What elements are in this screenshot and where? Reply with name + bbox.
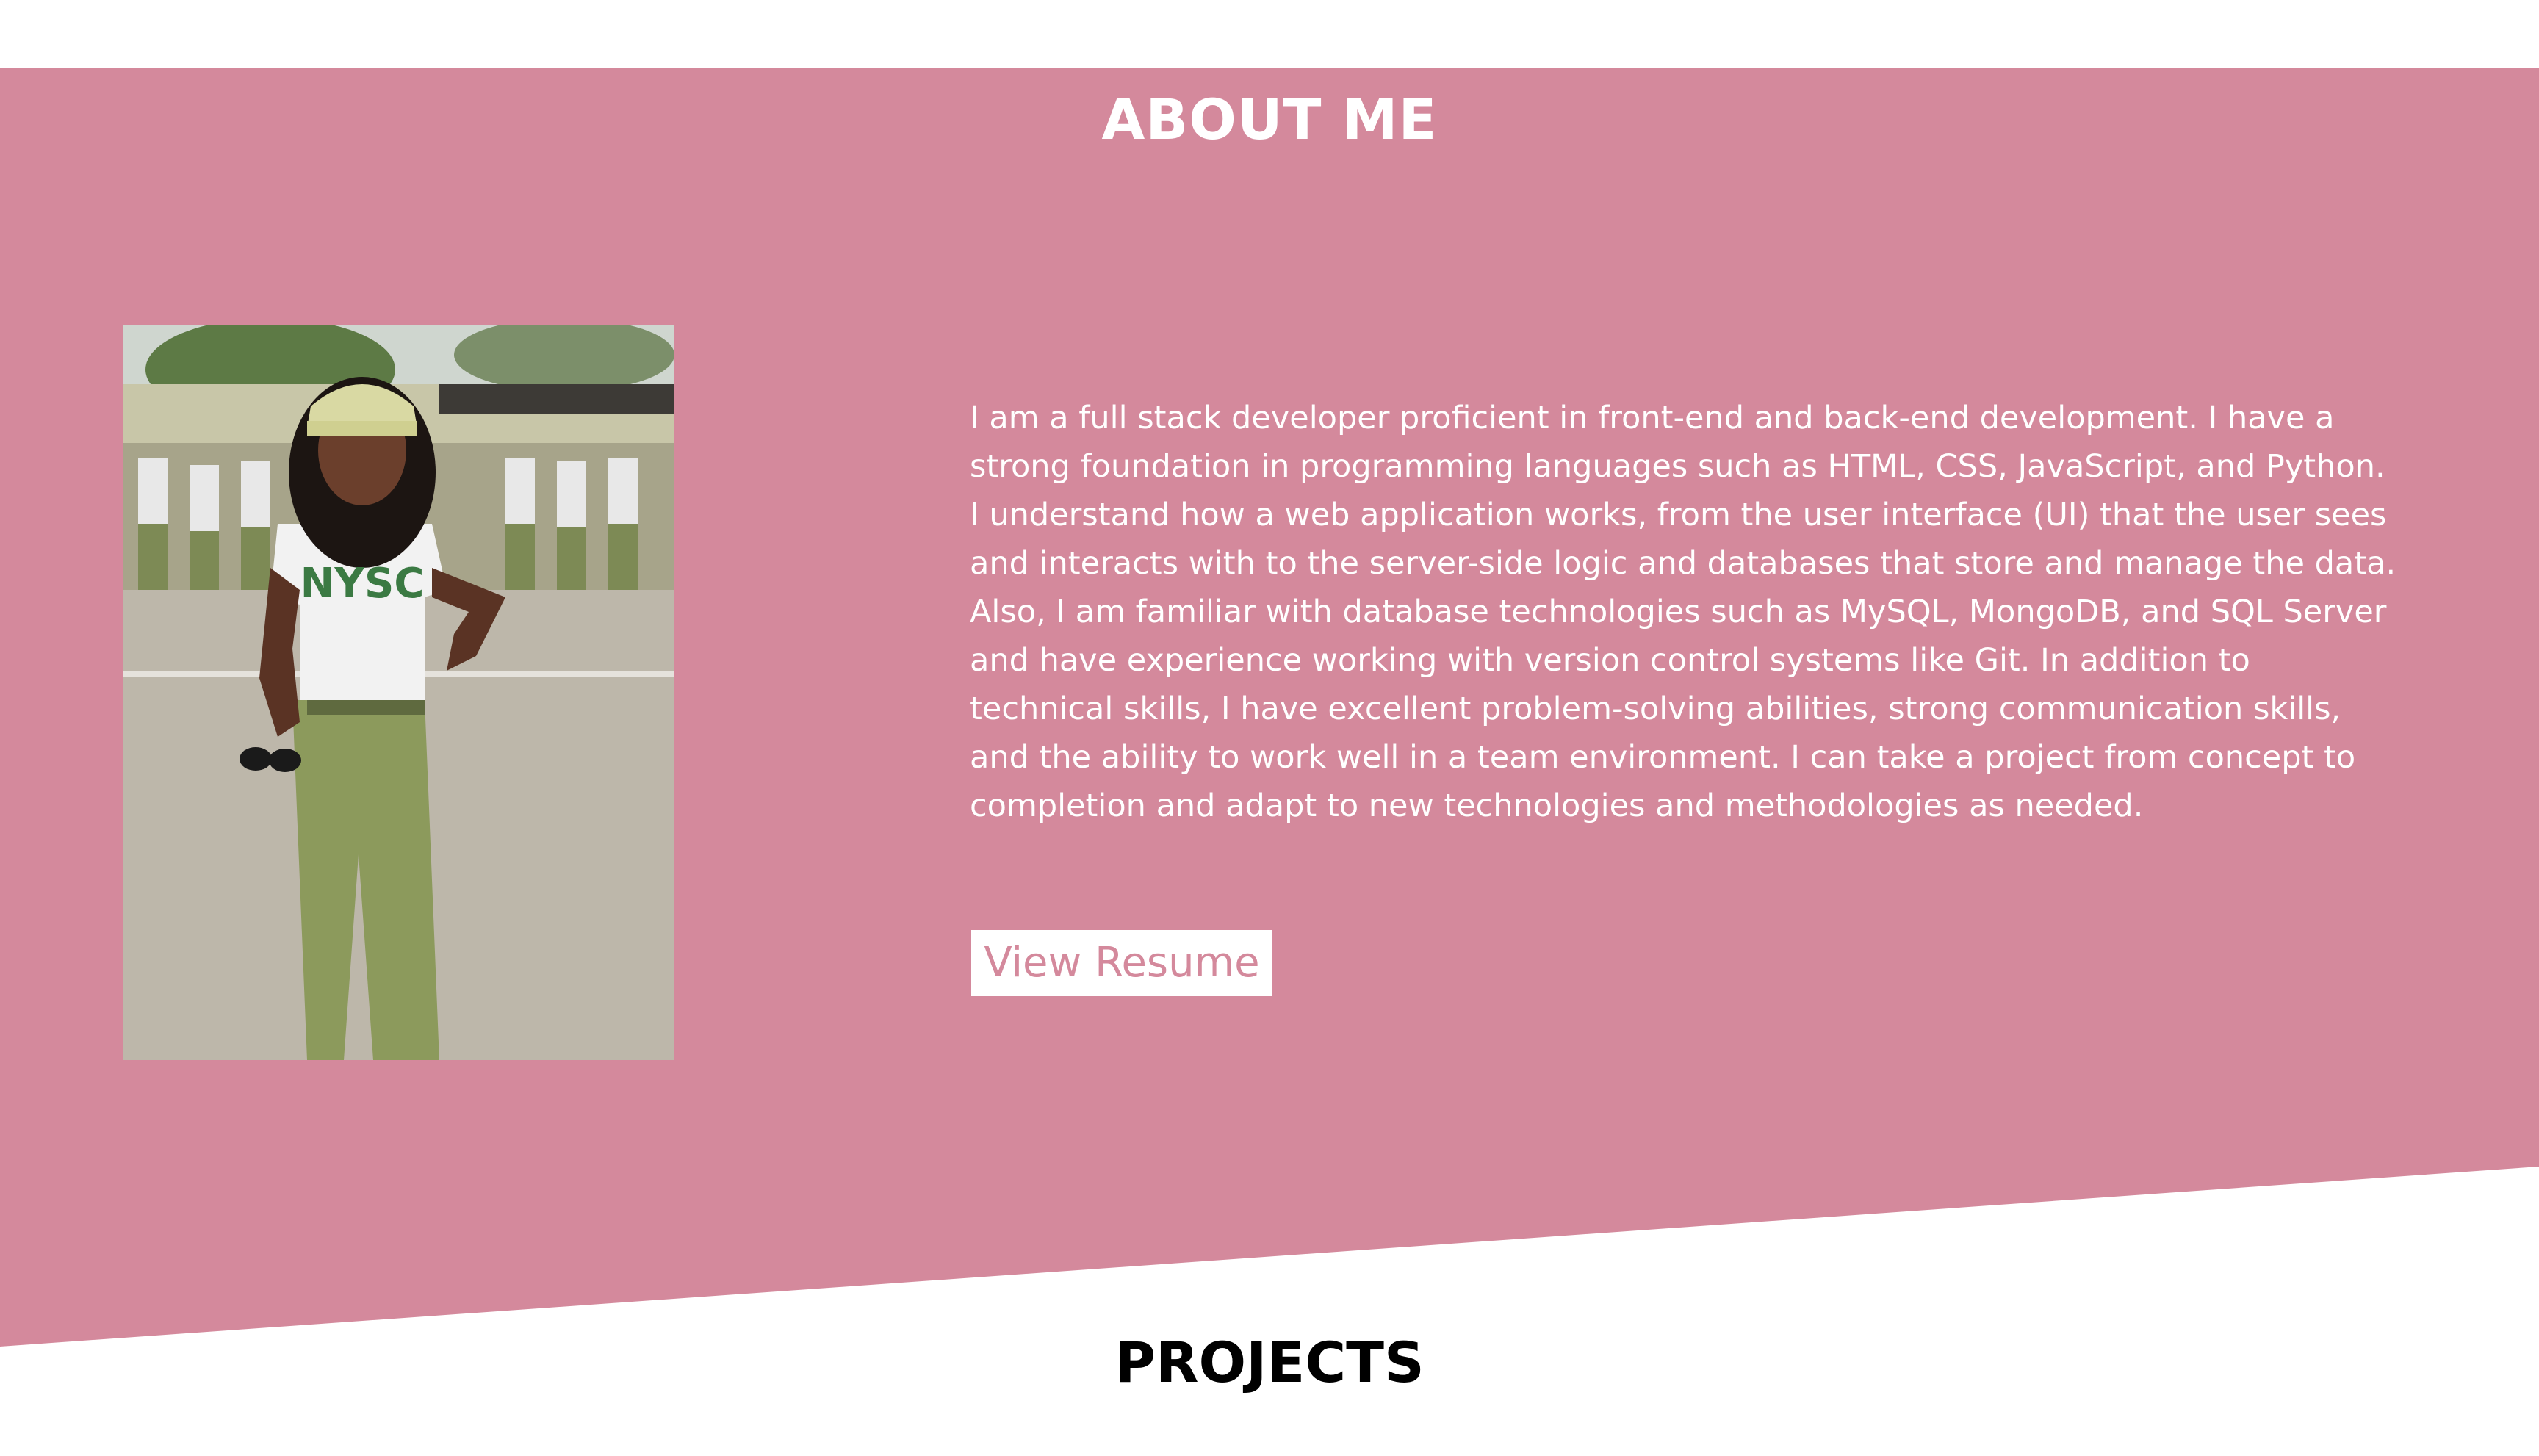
view-resume-button[interactable]: View Resume	[971, 930, 1272, 996]
projects-section-title: PROJECTS	[1114, 1330, 1425, 1395]
portfolio-page: ABOUT ME NYSC I am a full stack develope…	[0, 0, 2539, 1456]
photo-shirt-text: NYSC	[300, 560, 425, 608]
about-bio-text: I am a full stack developer proficient i…	[970, 400, 2396, 824]
profile-photo: NYSC	[123, 325, 674, 1060]
about-section-title: ABOUT ME	[1101, 87, 1438, 152]
